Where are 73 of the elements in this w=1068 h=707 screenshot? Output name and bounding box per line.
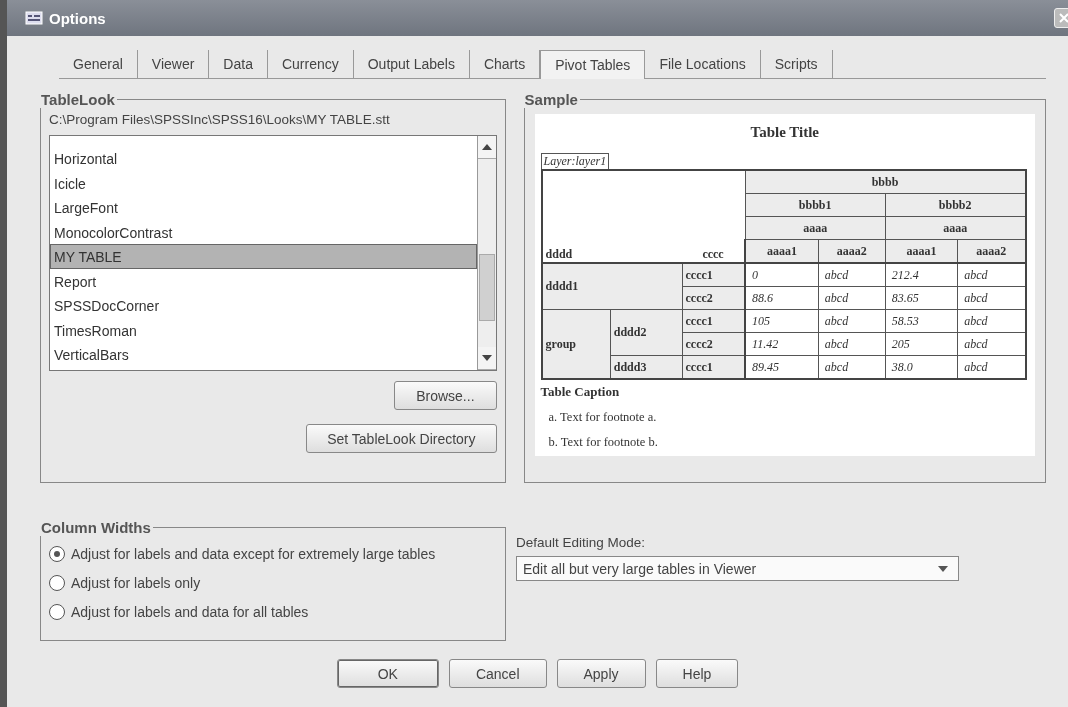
close-icon: [1059, 13, 1068, 23]
table-cell: 58.53: [885, 309, 958, 333]
list-item[interactable]: VerticalBars: [50, 342, 477, 367]
tab[interactable]: Pivot Tables: [540, 50, 646, 79]
radio-option[interactable]: Adjust for labels and data except for extremely large tables: [49, 546, 497, 562]
table-cell: abcd: [818, 309, 886, 333]
scrollbar-thumb[interactable]: [478, 254, 495, 321]
footnote: a. Text for footnote a.: [548, 410, 658, 425]
table-cell: 105: [745, 309, 819, 333]
scrollbar[interactable]: [476, 136, 496, 370]
dialog-button[interactable]: Cancel: [448, 659, 547, 688]
table-cell: 0: [745, 263, 819, 287]
layer-label: Layer:layer1: [540, 153, 610, 169]
radio-label: Adjust for labels and data except for extremely large tables: [71, 546, 436, 562]
table-cell: 88.6: [745, 286, 819, 310]
dialog-button[interactable]: OK: [336, 659, 439, 688]
table-cell: abcd: [818, 286, 886, 310]
header-cell: aaaa: [745, 216, 886, 240]
group-label: Column Widths: [40, 519, 152, 536]
radio-option[interactable]: Adjust for labels and data for all tables: [49, 604, 497, 620]
dropdown-arrow-icon: [938, 565, 948, 572]
header-cell: cccc: [682, 239, 746, 263]
group-label: TableLook: [40, 91, 116, 108]
tab[interactable]: File Locations: [645, 50, 761, 78]
list-item[interactable]: SPSSDocCorner: [50, 293, 477, 318]
list-item[interactable]: Icicle: [50, 170, 477, 195]
tab[interactable]: Viewer: [137, 50, 210, 78]
header-cell: bbbb1: [745, 193, 886, 217]
table-cell: 212.4: [885, 263, 958, 287]
dialog-button[interactable]: Apply: [556, 659, 646, 688]
tab[interactable]: Scripts: [760, 50, 833, 78]
radio-button[interactable]: [49, 604, 65, 620]
footnote: b. Text for footnote b.: [548, 435, 659, 450]
down-arrow-icon: [481, 355, 492, 361]
list-item[interactable]: MY TABLE: [50, 244, 477, 269]
tab[interactable]: Currency: [267, 50, 354, 78]
list-item[interactable]: Horizontal: [50, 146, 477, 171]
up-arrow-icon: [481, 144, 492, 150]
header-cell: bbbb: [745, 170, 1026, 194]
tab[interactable]: General: [59, 50, 138, 78]
editing-mode-dropdown[interactable]: Edit all but very large tables in Viewer: [516, 556, 959, 581]
list-item[interactable]: Report: [50, 268, 477, 293]
header-cell: aaaa: [885, 216, 1026, 240]
window-icon: [25, 11, 43, 25]
tab[interactable]: Output Labels: [353, 50, 470, 78]
header-cell: dddd: [541, 239, 683, 263]
browse-button[interactable]: Browse...: [394, 381, 497, 410]
field-label: Default Editing Mode:: [516, 535, 647, 550]
window-title: Options: [49, 9, 106, 27]
row-label: group: [541, 309, 611, 379]
radio-label: Adjust for labels only: [71, 575, 201, 591]
table-cell: 11.42: [745, 332, 819, 356]
table-cell: abcd: [818, 332, 886, 356]
list-item[interactable]: LargeFont: [50, 195, 477, 220]
group-label: Sample: [523, 91, 579, 108]
dialog-button[interactable]: Help: [655, 659, 739, 688]
tab[interactable]: Data: [209, 50, 268, 78]
row-label: dddd1: [541, 263, 683, 310]
radio-button[interactable]: [49, 575, 65, 591]
list-item[interactable]: MonocolorContrast: [50, 219, 477, 244]
radio-option[interactable]: Adjust for labels only: [49, 575, 497, 591]
table-title: Table Title: [749, 124, 820, 141]
table-cell: 205: [885, 332, 958, 356]
row-label: dddd2: [610, 309, 683, 356]
table-cell: 83.65: [885, 286, 958, 310]
directory-button[interactable]: Set TableLook Directory: [306, 424, 497, 453]
header-cell: bbbb2: [885, 193, 1026, 217]
radio-label: Adjust for labels and data for all tables: [71, 604, 309, 620]
list-item[interactable]: TimesRoman: [50, 317, 477, 342]
table-caption: Table Caption: [540, 384, 621, 400]
table-cell: abcd: [818, 263, 886, 287]
file-path: C:\Program Files\SPSSInc\SPSS16\Looks\MY TABLE.stt: [49, 112, 391, 127]
radio-button[interactable]: [49, 546, 65, 562]
